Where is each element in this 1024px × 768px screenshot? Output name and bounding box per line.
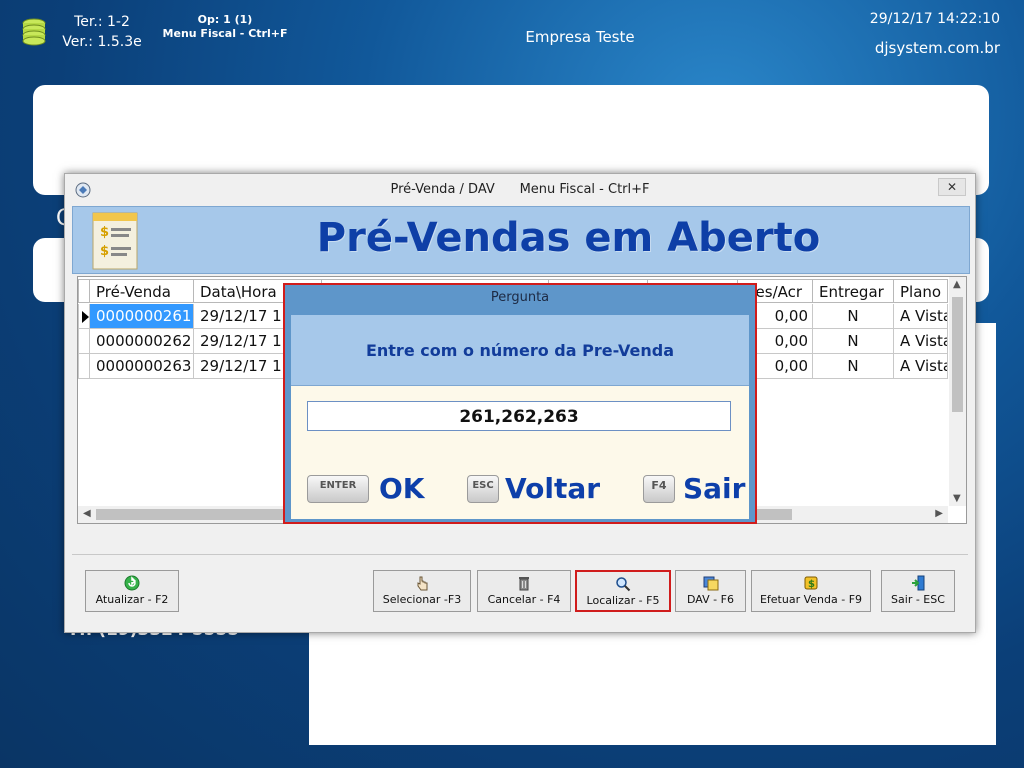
column-header-plano[interactable]: Plano xyxy=(894,279,948,303)
version-label: Ver.: 1.5.3e xyxy=(62,34,142,50)
operator-info: Op: 1 (1) Menu Fiscal - Ctrl+F xyxy=(160,13,290,41)
header-banner: $ $ Pré-Vendas em Aberto xyxy=(72,206,970,274)
row-indicator xyxy=(78,304,90,329)
cell-entregar[interactable]: N xyxy=(813,354,894,379)
column-header-entregar[interactable]: Entregar xyxy=(813,279,894,303)
efetuar-venda-button[interactable]: $ Efetuar Venda - F9 xyxy=(751,570,871,612)
row-indicator xyxy=(78,354,90,379)
cell-entregar[interactable]: N xyxy=(813,304,894,329)
cell-pre-venda[interactable]: 0000000262 xyxy=(90,329,194,354)
dialog-title: Pergunta xyxy=(490,290,550,305)
pre-venda-number-input[interactable]: 261,262,263 xyxy=(307,401,731,431)
hand-pointer-icon xyxy=(417,576,428,591)
cell-entregar[interactable]: N xyxy=(813,329,894,354)
search-icon xyxy=(616,577,631,592)
dav-button[interactable]: DAV - F6 xyxy=(675,570,746,612)
atualizar-button[interactable]: Atualizar - F2 xyxy=(85,570,179,612)
dialog-header: Entre com o número da Pre-Venda xyxy=(291,315,749,386)
vertical-scrollbar[interactable]: ▲ ▼ xyxy=(949,277,966,506)
cancelar-button[interactable]: Cancelar - F4 xyxy=(477,570,571,612)
database-icon xyxy=(22,18,46,46)
scroll-left-icon[interactable]: ◀ xyxy=(83,508,91,519)
menu-fiscal-hint: Menu Fiscal - Ctrl+F xyxy=(162,27,288,40)
enter-key-icon[interactable]: ENTER xyxy=(307,475,369,503)
selecionar-button[interactable]: Selecionar -F3 xyxy=(373,570,471,612)
website-label: djsystem.com.br xyxy=(874,39,1000,57)
localizar-button[interactable]: Localizar - F5 xyxy=(575,570,671,612)
datetime: 29/12/17 14:22:10 xyxy=(869,11,1000,27)
trash-icon xyxy=(519,577,529,591)
atualizar-label: Atualizar - F2 xyxy=(95,593,169,606)
efetuar-venda-label: Efetuar Venda - F9 xyxy=(759,593,863,606)
divider xyxy=(72,554,968,555)
sair-button[interactable]: Sair - ESC xyxy=(881,570,955,612)
f4-key-icon[interactable]: F4 xyxy=(643,475,675,503)
svg-text:$: $ xyxy=(808,579,815,590)
cell-plano[interactable]: A Vista xyxy=(894,354,948,379)
terminal-info: Ter.: 1-2 Ver.: 1.5.3e xyxy=(60,12,144,52)
row-indicator xyxy=(78,329,90,354)
localizar-label: Localizar - F5 xyxy=(586,594,660,607)
cell-pre-venda[interactable]: 0000000261 xyxy=(90,304,194,329)
vertical-scroll-thumb[interactable] xyxy=(952,297,963,412)
dav-document-icon xyxy=(703,576,718,591)
window-titlebar[interactable]: Pré-Venda / DAV Menu Fiscal - Ctrl+F ✕ xyxy=(65,174,975,204)
terminal-label: Ter.: 1-2 xyxy=(74,14,130,30)
refresh-icon xyxy=(124,575,140,591)
scroll-right-icon[interactable]: ▶ xyxy=(935,508,943,519)
column-header-pre-venda[interactable]: Pré-Venda xyxy=(90,279,194,303)
header-indicator xyxy=(78,279,90,303)
operator-label: Op: 1 (1) xyxy=(197,13,253,26)
pergunta-dialog: Pergunta Entre com o número da Pre-Venda… xyxy=(283,283,757,524)
cell-pre-venda[interactable]: 0000000263 xyxy=(90,354,194,379)
dialog-body: Entre com o número da Pre-Venda 261,262,… xyxy=(291,315,749,519)
close-button[interactable]: ✕ xyxy=(938,178,966,196)
window-title: Pré-Venda / DAV Menu Fiscal - Ctrl+F xyxy=(390,182,650,197)
voltar-button[interactable]: Voltar xyxy=(505,473,600,505)
cell-plano[interactable]: A Vista xyxy=(894,329,948,354)
current-row-arrow-icon xyxy=(82,311,89,323)
sair-label: Sair - ESC xyxy=(891,593,945,606)
company-name: Empresa Teste xyxy=(525,28,635,46)
exit-door-icon xyxy=(912,575,925,591)
esc-key-icon[interactable]: ESC xyxy=(467,475,499,503)
dav-label: DAV - F6 xyxy=(687,593,734,606)
cancelar-label: Cancelar - F4 xyxy=(487,593,561,606)
scroll-down-icon[interactable]: ▼ xyxy=(953,493,961,504)
ok-button[interactable]: OK xyxy=(379,473,425,505)
selecionar-label: Selecionar -F3 xyxy=(382,593,462,606)
money-bag-icon: $ xyxy=(804,576,818,590)
cell-plano[interactable]: A Vista xyxy=(894,304,948,329)
sair-dialog-button[interactable]: Sair xyxy=(683,473,745,505)
scroll-up-icon[interactable]: ▲ xyxy=(953,279,961,290)
dialog-question: Entre com o número da Pre-Venda xyxy=(365,341,675,360)
page-title: Pré-Vendas em Aberto xyxy=(316,215,821,261)
